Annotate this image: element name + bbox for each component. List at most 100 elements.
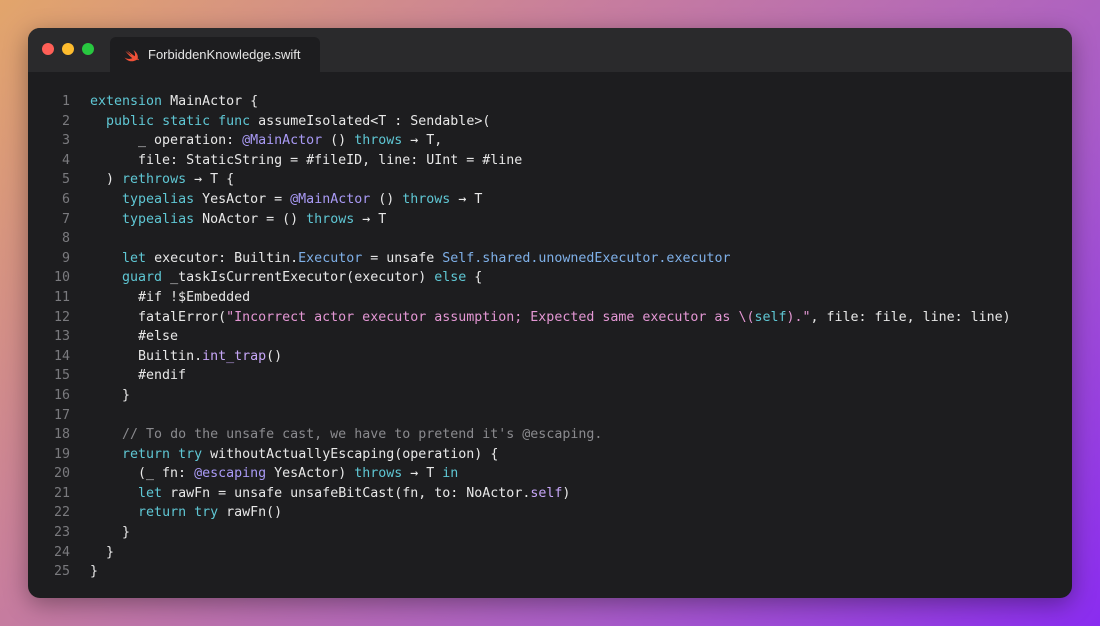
code-token: () bbox=[322, 133, 355, 149]
code-token: rethrows bbox=[122, 172, 187, 188]
line-source: (_ fn: @escaping YesActor) throws → T in bbox=[90, 464, 458, 484]
line-source: let executor: Builtin.Executor = unsafe … bbox=[90, 249, 730, 269]
code-token: executor: Builtin. bbox=[146, 250, 299, 266]
code-token: () bbox=[370, 191, 403, 207]
line-number: 11 bbox=[53, 289, 70, 305]
code-token: in bbox=[442, 466, 459, 482]
line-number: 7 bbox=[61, 211, 70, 227]
code-token: Builtin. bbox=[90, 348, 203, 364]
code-token: } bbox=[90, 564, 99, 580]
line-source: file: StaticString = #fileID, line: UInt… bbox=[90, 151, 522, 171]
code-token: self bbox=[754, 309, 787, 325]
code-token: )." bbox=[786, 309, 811, 325]
line-source: return try withoutActuallyEscaping(opera… bbox=[90, 445, 498, 465]
code-token: self bbox=[530, 485, 563, 501]
code-token: → T bbox=[354, 211, 387, 227]
line-source: } bbox=[90, 543, 114, 563]
code-token: try bbox=[194, 505, 219, 521]
line-source: ) rethrows → T { bbox=[90, 170, 234, 190]
code-token: _taskIsCurrentExecutor(executor) bbox=[162, 270, 435, 286]
line-number: 25 bbox=[53, 564, 70, 580]
code-area[interactable]: 1 extension MainActor {2 public static fu… bbox=[28, 92, 1072, 582]
line-number: 19 bbox=[53, 446, 70, 462]
code-token: guard bbox=[122, 270, 163, 286]
line-source: #endif bbox=[90, 366, 186, 386]
code-token: = unsafe bbox=[362, 250, 443, 266]
line-source: _ operation: @MainActor () throws → T, bbox=[90, 131, 442, 151]
code-token: @MainActor bbox=[290, 191, 371, 207]
code-token: Self.shared.unownedExecutor.executor bbox=[442, 250, 731, 266]
code-line: 20 (_ fn: @escaping YesActor) throws → T… bbox=[28, 464, 1072, 484]
code-token: rawFn = unsafe unsafeBitCast(fn, to: NoA… bbox=[162, 485, 531, 501]
code-line: 23 } bbox=[28, 523, 1072, 543]
code-token: fatalError( bbox=[90, 309, 227, 325]
line-number: 20 bbox=[53, 466, 70, 482]
code-token: { bbox=[466, 270, 483, 286]
file-tab[interactable]: ForbiddenKnowledge.swift bbox=[110, 37, 320, 72]
code-token: rawFn() bbox=[218, 505, 283, 521]
line-source: typealias NoActor = () throws → T bbox=[90, 210, 386, 230]
line-number: 13 bbox=[53, 329, 70, 345]
code-token: @MainActor bbox=[242, 133, 323, 149]
line-number: 24 bbox=[53, 544, 70, 560]
close-window-button[interactable] bbox=[42, 43, 54, 55]
swift-icon bbox=[124, 48, 140, 62]
code-line: 6 typealias YesActor = @MainActor () thr… bbox=[28, 190, 1072, 210]
line-number: 16 bbox=[53, 387, 70, 403]
line-number: 3 bbox=[61, 133, 70, 149]
zoom-window-button[interactable] bbox=[82, 43, 94, 55]
code-token: public bbox=[106, 113, 155, 129]
code-token: int_trap bbox=[202, 348, 267, 364]
code-token: let bbox=[122, 250, 147, 266]
code-token: typealias bbox=[122, 211, 195, 227]
code-token: func bbox=[218, 113, 251, 129]
code-token: MainActor { bbox=[162, 94, 259, 109]
minimize-window-button[interactable] bbox=[62, 43, 74, 55]
code-line: 25} bbox=[28, 562, 1072, 582]
editor-window: ForbiddenKnowledge.swift 1 extension Main… bbox=[28, 28, 1072, 598]
code-line: 24 } bbox=[28, 543, 1072, 563]
code-token: assumeIsolated<T : Sendable>( bbox=[250, 113, 491, 129]
line-number: 2 bbox=[61, 113, 70, 129]
code-token: return bbox=[122, 446, 171, 462]
code-token: else bbox=[434, 270, 467, 286]
code-token: _ operation: bbox=[90, 133, 243, 149]
code-line: 18 // To do the unsafe cast, we have to … bbox=[28, 425, 1072, 445]
code-token: #else bbox=[90, 329, 179, 345]
code-line: 15 #endif bbox=[28, 366, 1072, 386]
code-token: } bbox=[90, 387, 131, 403]
code-token: let bbox=[138, 485, 163, 501]
code-token: try bbox=[178, 446, 203, 462]
line-source: // To do the unsafe cast, we have to pre… bbox=[90, 425, 602, 445]
code-token: @escaping bbox=[194, 466, 267, 482]
code-line: 19 return try withoutActuallyEscaping(op… bbox=[28, 445, 1072, 465]
line-number: 4 bbox=[61, 152, 70, 168]
line-number: 18 bbox=[53, 427, 70, 443]
code-token: throws bbox=[306, 211, 355, 227]
code-line: 3 _ operation: @MainActor () throws → T, bbox=[28, 131, 1072, 151]
line-source: Builtin.int_trap() bbox=[90, 347, 282, 367]
code-line: 21 let rawFn = unsafe unsafeBitCast(fn, … bbox=[28, 484, 1072, 504]
code-line: 2 public static func assumeIsolated<T : … bbox=[28, 112, 1072, 132]
code-token: ) bbox=[562, 485, 571, 501]
line-number: 23 bbox=[53, 525, 70, 541]
code-line: 22 return try rawFn() bbox=[28, 503, 1072, 523]
code-token: } bbox=[90, 544, 115, 560]
title-bar: ForbiddenKnowledge.swift bbox=[28, 28, 1072, 72]
code-line: 12 fatalError("Incorrect actor executor … bbox=[28, 308, 1072, 328]
code-token: return bbox=[138, 505, 187, 521]
line-number: 10 bbox=[53, 270, 70, 286]
code-token: file: StaticString = #fileID, line: UInt… bbox=[90, 152, 523, 168]
code-token: throws bbox=[354, 466, 403, 482]
line-source: } bbox=[90, 386, 130, 406]
code-token: throws bbox=[402, 191, 451, 207]
code-token: extension bbox=[90, 94, 163, 109]
